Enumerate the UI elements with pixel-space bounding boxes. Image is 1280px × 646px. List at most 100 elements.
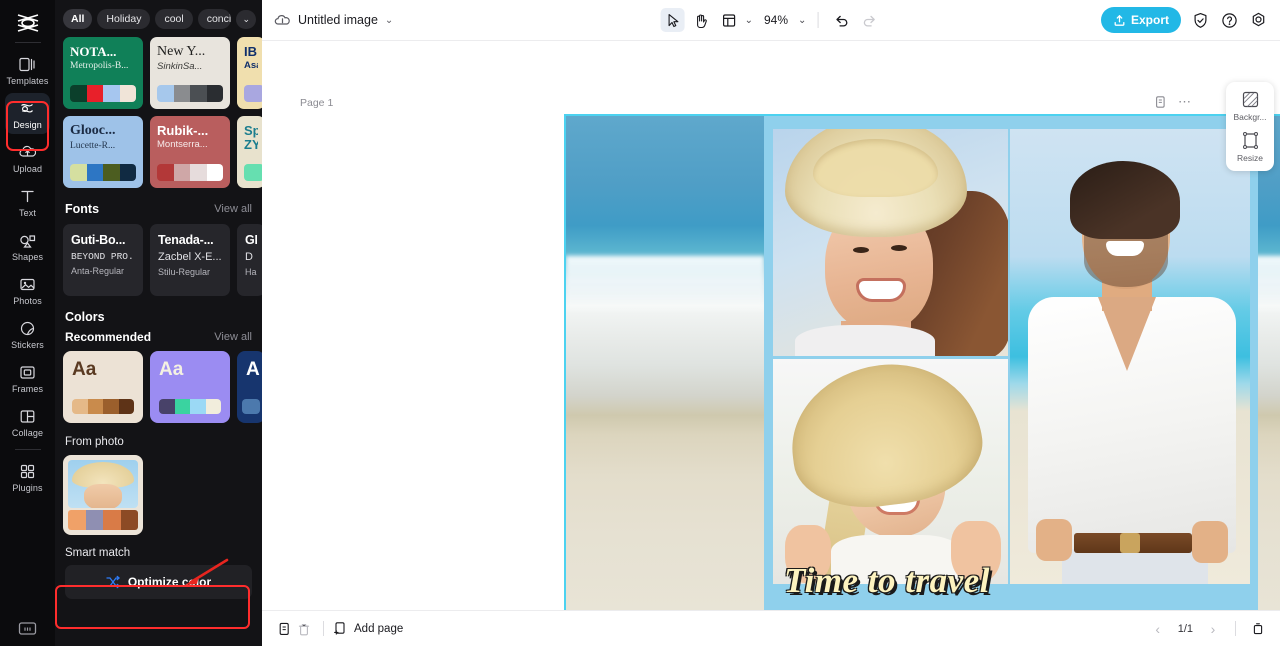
chip-concise[interactable]: concise: [197, 9, 232, 29]
more-options-icon[interactable]: ⋯: [1178, 95, 1192, 108]
background-action-label: Backgr...: [1233, 112, 1267, 122]
add-page-button[interactable]: Add page: [333, 621, 403, 636]
bottom-bar: Add page ‹ 1/1 ›: [262, 610, 1280, 646]
canvas-area[interactable]: Page 1 ⋯ Time to travel Backgr... Resize: [262, 41, 1280, 610]
capcut-logo-icon[interactable]: [11, 8, 45, 38]
font-name-3: Ham: [245, 267, 257, 277]
pages-panel-icon[interactable]: [1248, 619, 1268, 639]
cursor-arrow-icon: [665, 13, 680, 28]
undo-icon: [833, 13, 849, 28]
page-tools: ⋯: [1153, 95, 1192, 109]
sidebar-item-frames[interactable]: Frames: [5, 357, 50, 398]
from-photo-swatches: [68, 510, 138, 530]
palette-card[interactable]: A: [237, 351, 262, 423]
chip-cool[interactable]: cool: [155, 9, 193, 29]
photo-woman-hat-1[interactable]: [773, 129, 1008, 356]
palette-card[interactable]: Aa: [150, 351, 230, 423]
photo-woman-hat-2[interactable]: [773, 359, 1008, 584]
chip-holiday[interactable]: Holiday: [97, 9, 151, 29]
help-question-icon[interactable]: [1219, 10, 1239, 30]
optimize-color-button[interactable]: Optimize color: [65, 565, 252, 599]
add-page-label: Add page: [354, 622, 404, 635]
sidebar-item-templates[interactable]: Templates: [5, 49, 50, 90]
chevron-down-icon[interactable]: ⌄: [236, 9, 256, 29]
document-title-group[interactable]: Untitled image ⌄: [274, 13, 393, 28]
from-photo-thumbnail: [68, 460, 138, 508]
font-card[interactable]: Guti-Bo... BEYOND PRO... Anta-Regular: [63, 224, 143, 296]
font-name-1: Guti-Bo...: [71, 233, 126, 247]
sidebar-item-stickers[interactable]: Stickers: [5, 313, 50, 354]
sidebar-item-collage[interactable]: Collage: [5, 401, 50, 442]
resize-icon: [1241, 131, 1260, 150]
bottom-divider-2: [1235, 621, 1236, 636]
background-icon: [1241, 90, 1260, 109]
template-card[interactable]: Sp ZY: [237, 116, 262, 188]
undo-button[interactable]: [829, 8, 853, 32]
sidebar-item-design[interactable]: Design: [5, 93, 50, 134]
recommended-section-header: Recommended View all: [55, 326, 262, 351]
sidebar-item-label: Text: [19, 208, 36, 218]
export-button[interactable]: Export: [1100, 7, 1181, 33]
palette-sample-text: Aa: [72, 359, 97, 380]
select-tool-button[interactable]: [660, 8, 685, 32]
design-panel: All Holiday cool concise ⌄ NOTA... Metro…: [55, 0, 262, 646]
zoom-caret-icon[interactable]: ⌄: [798, 15, 806, 26]
sidebar-item-label: Stickers: [11, 340, 44, 350]
sidebar-item-label: Shapes: [11, 252, 44, 262]
layout-tool-button[interactable]: [717, 8, 741, 32]
optimize-color-label: Optimize color: [127, 575, 212, 589]
template-card[interactable]: NOTA... Metropolis-B...: [63, 37, 143, 109]
template-card[interactable]: Glooc... Lucette-R...: [63, 116, 143, 188]
left-rail: Templates Design Upload Text Shapes Phot…: [0, 0, 55, 646]
prev-page-button[interactable]: ‹: [1148, 619, 1168, 639]
chip-all[interactable]: All: [63, 9, 93, 29]
sidebar-item-plugins[interactable]: Plugins: [5, 456, 50, 497]
duplicate-page-icon[interactable]: [1153, 95, 1167, 109]
settings-gear-icon[interactable]: [1248, 10, 1268, 30]
next-page-button[interactable]: ›: [1203, 619, 1223, 639]
shield-check-icon[interactable]: [1190, 10, 1210, 30]
font-name-1: Tenada-...: [158, 233, 214, 247]
trash-icon[interactable]: [294, 619, 314, 639]
sidebar-item-upload[interactable]: Upload: [5, 137, 50, 178]
duplicate-icon[interactable]: [274, 619, 294, 639]
font-name-1: GI: [245, 233, 257, 247]
template-card[interactable]: IB Asa: [237, 37, 262, 109]
photo-man[interactable]: [1010, 129, 1250, 584]
template-swatches: [157, 85, 223, 102]
palette-card[interactable]: Aa: [63, 351, 143, 423]
chevron-down-icon[interactable]: ⌄: [385, 15, 393, 26]
sidebar-item-label: Plugins: [12, 483, 43, 493]
design-title-text[interactable]: Time to travel: [784, 561, 990, 601]
palette-swatches: [72, 399, 134, 414]
shapes-icon: [18, 230, 38, 250]
sidebar-item-text[interactable]: Text: [5, 181, 50, 222]
redo-button[interactable]: [857, 8, 881, 32]
layout-caret-icon[interactable]: ⌄: [745, 15, 753, 26]
template-title: New Y...: [157, 45, 206, 59]
sidebar-item-photos[interactable]: Photos: [5, 269, 50, 310]
font-card[interactable]: Tenada-... Zacbel X-E... Stilu-Regular: [150, 224, 230, 296]
template-title: IB: [244, 45, 257, 59]
sidebar-item-shapes[interactable]: Shapes: [5, 225, 50, 266]
page-indicator: 1/1: [1177, 622, 1193, 635]
fonts-view-all-link[interactable]: View all: [214, 203, 252, 215]
sidebar-item-label: Templates: [6, 76, 49, 86]
subsection-title: From photo: [65, 436, 124, 448]
template-card[interactable]: New Y... SinkinSa...: [150, 37, 230, 109]
from-photo-card[interactable]: [63, 455, 143, 535]
workspace-icon[interactable]: [0, 621, 55, 636]
hand-tool-button[interactable]: [689, 8, 713, 32]
background-action[interactable]: Backgr...: [1228, 90, 1272, 122]
font-card[interactable]: GI D Ham: [237, 224, 262, 296]
sidebar-item-label: Collage: [11, 428, 44, 438]
design-artboard[interactable]: Time to travel: [564, 114, 1280, 610]
font-name-2: Zacbel X-E...: [158, 251, 222, 263]
recommended-view-all-link[interactable]: View all: [214, 331, 252, 343]
subsection-title: Recommended: [65, 330, 152, 344]
resize-action[interactable]: Resize: [1228, 131, 1272, 163]
smart-match-label: Smart match: [65, 547, 131, 559]
template-title: Sp ZY: [244, 124, 258, 153]
template-card[interactable]: Rubik-... Montserra...: [150, 116, 230, 188]
top-toolbar: Untitled image ⌄ ⌄ 94% ⌄ Export: [262, 0, 1280, 41]
